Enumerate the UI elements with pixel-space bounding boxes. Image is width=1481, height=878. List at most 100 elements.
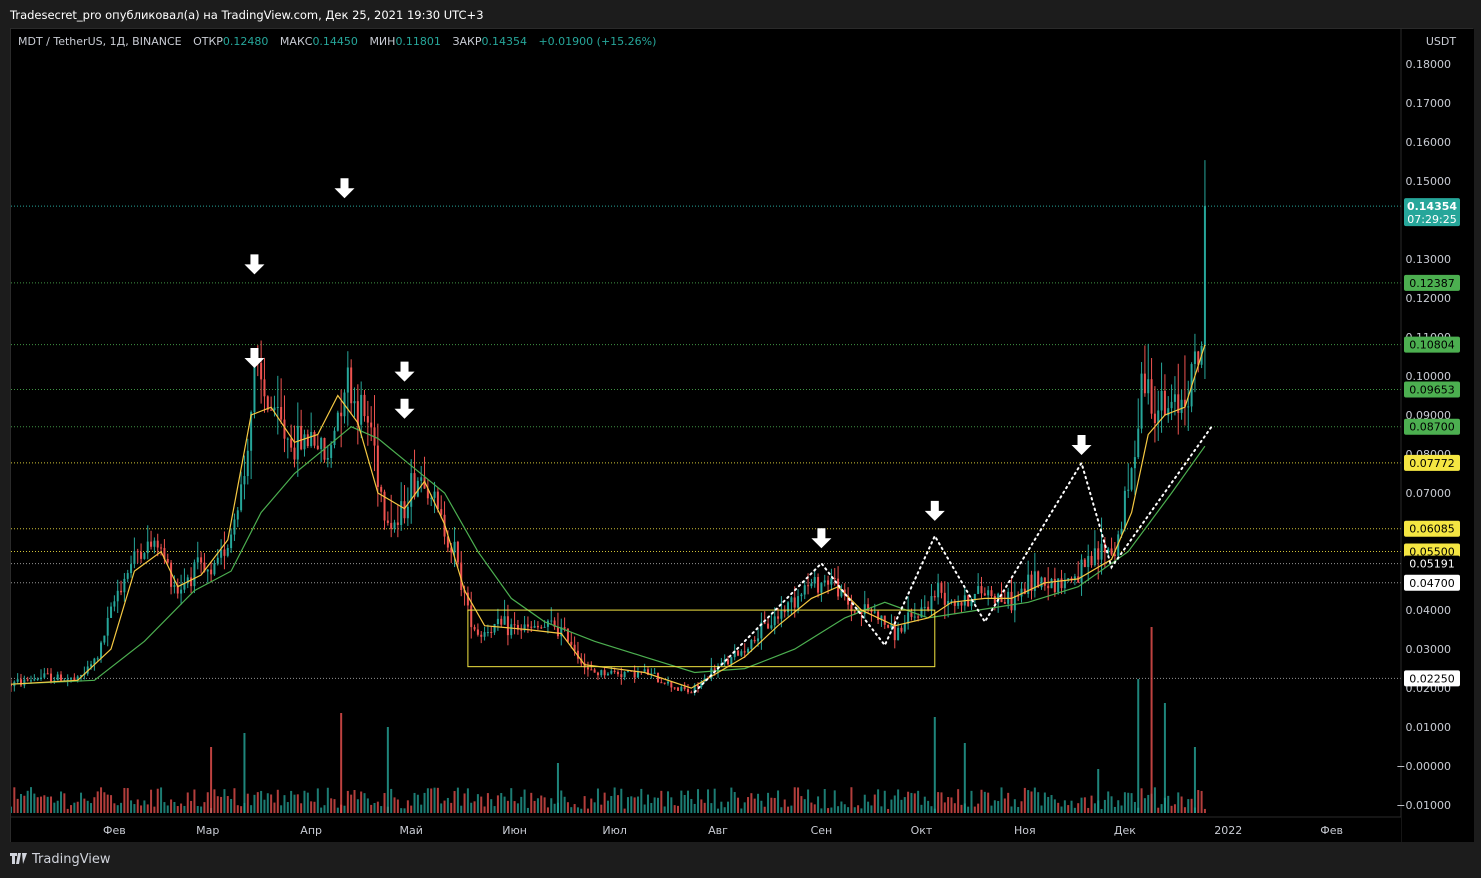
candle-body xyxy=(346,367,349,393)
volume-bar xyxy=(443,800,446,813)
candle-body xyxy=(923,606,926,608)
volume-bar xyxy=(563,796,566,813)
candle-body xyxy=(536,625,539,628)
legend-close-value: 0.14354 xyxy=(481,35,527,48)
volume-bar xyxy=(373,802,376,813)
candle-body xyxy=(636,671,639,678)
x-tick-label: Фев xyxy=(1320,824,1343,837)
volume-bar xyxy=(63,793,66,813)
candle-body xyxy=(827,580,830,585)
volume-bar xyxy=(997,800,1000,813)
volume-bar xyxy=(133,804,136,813)
volume-bar xyxy=(1183,807,1186,813)
candle-body xyxy=(436,491,439,510)
volume-bar xyxy=(1130,793,1133,813)
volume-bar xyxy=(590,798,593,813)
candle-body xyxy=(807,585,810,587)
volume-bar xyxy=(346,790,349,813)
volume-bar xyxy=(1017,806,1020,813)
tradingview-logo[interactable]: TradingView xyxy=(10,852,111,867)
candle-body xyxy=(680,686,683,691)
volume-bar xyxy=(516,803,519,813)
y-tick-label: 0.17000 xyxy=(1406,97,1452,110)
candle-body xyxy=(590,669,593,671)
volume-bar xyxy=(170,799,173,813)
volume-bar xyxy=(1160,804,1163,813)
candle-body xyxy=(643,669,646,672)
down-arrow-icon xyxy=(811,528,832,549)
volume-bar xyxy=(853,807,856,813)
candle-body xyxy=(493,624,496,633)
volume-bar xyxy=(43,795,46,813)
volume-bar xyxy=(867,801,870,813)
volume-bar xyxy=(897,789,900,813)
volume-bar xyxy=(1037,792,1040,813)
volume-bar xyxy=(446,797,449,813)
volume-bar xyxy=(727,801,730,813)
down-arrow-shape xyxy=(244,254,265,275)
price-chart[interactable]: USDT 0.18000 0.17000 0.16000 0.15000 0.13000 0… xyxy=(11,29,1474,843)
candle-body xyxy=(520,629,523,631)
candle-body xyxy=(773,616,776,626)
volume-bar xyxy=(1000,787,1003,813)
volume-bar xyxy=(606,800,609,813)
y-tick-label: 0.12000 xyxy=(1406,292,1452,305)
x-tick-label: Авг xyxy=(708,824,728,837)
volume-bar xyxy=(760,800,763,813)
candle-body xyxy=(1010,591,1013,611)
candle-body xyxy=(1083,559,1086,567)
volume-bar xyxy=(823,789,826,813)
candle-body xyxy=(393,522,396,529)
candle-body xyxy=(96,658,99,660)
chart-pane[interactable]: USDT 0.18000 0.17000 0.16000 0.15000 0.13000 0… xyxy=(10,28,1474,843)
volume-bar xyxy=(953,803,956,813)
volume-bar xyxy=(536,798,539,813)
volume-bar xyxy=(233,788,236,813)
volume-bar xyxy=(960,804,963,813)
volume-bar xyxy=(353,790,356,813)
volume-bar xyxy=(700,799,703,813)
candle-body xyxy=(817,577,820,593)
volume-bar xyxy=(11,806,12,813)
volume-bar xyxy=(410,805,413,813)
candle-body xyxy=(103,635,106,643)
volume-bar xyxy=(817,796,820,813)
down-arrow-shape xyxy=(394,398,415,419)
candle-body xyxy=(613,670,616,672)
volume-bar xyxy=(950,797,953,813)
volume-bar xyxy=(320,807,323,813)
candle-body xyxy=(1123,490,1126,529)
candle-body xyxy=(23,679,26,686)
price-line-label: 0.07772 xyxy=(1409,457,1455,470)
volume-bar xyxy=(333,799,336,813)
volume-bar xyxy=(316,788,319,813)
volume-bar xyxy=(433,787,436,813)
candle-body xyxy=(1013,595,1016,611)
candle-body xyxy=(213,563,216,575)
candle-body xyxy=(160,547,163,549)
price-line-label: 0.04700 xyxy=(1409,577,1455,590)
volume-bar xyxy=(463,793,466,813)
candle-body xyxy=(340,412,343,417)
volume-bar xyxy=(940,792,943,813)
volume-bar xyxy=(773,797,776,813)
volume-bar xyxy=(1197,790,1200,813)
candle-body xyxy=(900,627,903,632)
volume-bar xyxy=(970,790,973,813)
volume-bar xyxy=(900,799,903,813)
volume-bar xyxy=(947,797,950,813)
volume-bar xyxy=(850,787,853,813)
volume-bar xyxy=(1133,801,1136,813)
volume-bar xyxy=(603,792,606,813)
volume-bar xyxy=(1103,799,1106,813)
candle-body xyxy=(810,583,813,587)
volume-bar xyxy=(927,800,930,813)
volume-spike xyxy=(556,763,559,813)
volume-bar xyxy=(580,808,583,813)
volume-bar xyxy=(136,799,139,813)
candle-body xyxy=(353,401,356,404)
ma-fast-line xyxy=(11,344,1206,689)
volume-bar xyxy=(1100,808,1103,813)
volume-bar xyxy=(1113,806,1116,813)
volume-bar xyxy=(113,803,116,813)
